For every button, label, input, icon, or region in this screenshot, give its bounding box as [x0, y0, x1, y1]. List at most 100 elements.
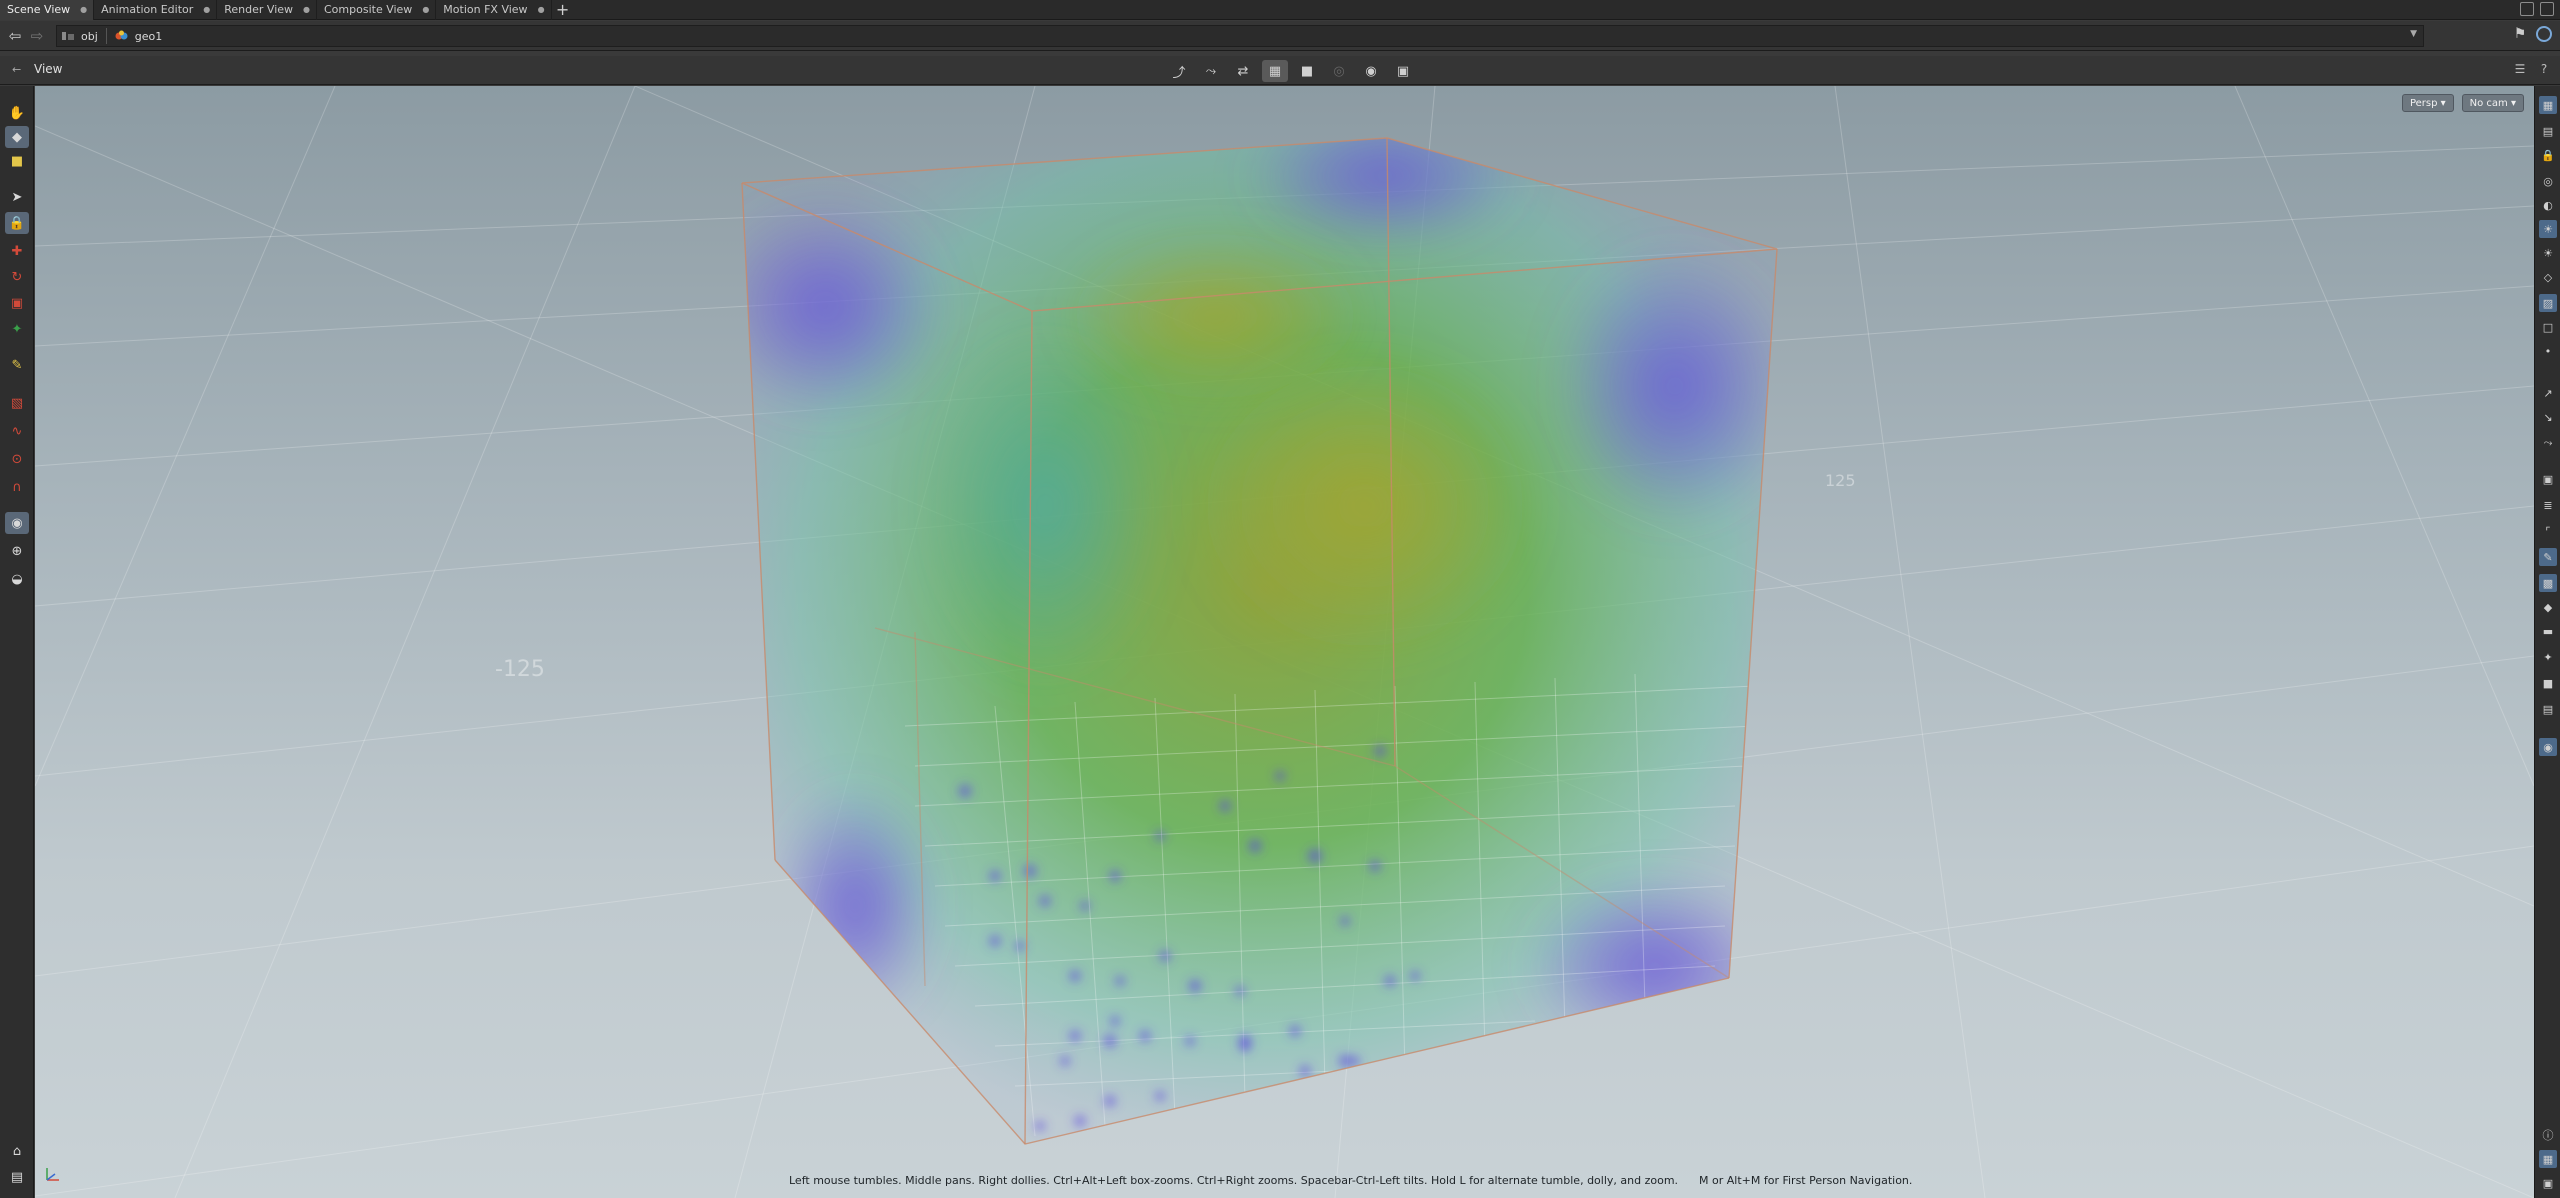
persp-view-dropdown[interactable]: Persp ▾: [2401, 94, 2454, 112]
snap-grid-icon[interactable]: ▧: [5, 392, 29, 414]
display-layers-icon[interactable]: ▤: [2539, 122, 2557, 140]
camera-dropdown[interactable]: No cam ▾: [2461, 94, 2524, 112]
pose-tool-icon[interactable]: ✦: [5, 318, 29, 340]
tab-scene-view[interactable]: Scene View ●: [0, 0, 95, 20]
info-icon[interactable]: ⓘ: [2539, 1126, 2557, 1144]
geo-node-icon: [115, 30, 128, 40]
viewer-title-label: View: [34, 62, 63, 76]
grid-label: -125: [495, 657, 545, 682]
tab-animation-editor[interactable]: Animation Editor ●: [94, 0, 218, 20]
obj-network-icon: [62, 32, 74, 40]
tab-close-icon[interactable]: ●: [203, 5, 210, 14]
snap-curve-icon[interactable]: ∿: [5, 420, 29, 442]
ik-display-icon[interactable]: ⤳: [2539, 434, 2557, 452]
tab-composite-view[interactable]: Composite View ●: [317, 0, 437, 20]
tab-close-icon[interactable]: ●: [80, 5, 87, 14]
tab-close-icon[interactable]: ●: [303, 5, 310, 14]
display-options-icon[interactable]: ▤: [5, 1166, 29, 1188]
tab-close-icon[interactable]: ●: [422, 5, 429, 14]
help-icon[interactable]: ?: [2536, 62, 2552, 78]
3d-scene: -125 125: [35, 86, 2534, 1198]
tab-close-icon[interactable]: ●: [538, 5, 545, 14]
pane-tab-bar: Scene View ● Animation Editor ● Render V…: [0, 0, 2560, 20]
select-tool-icon[interactable]: ➤: [5, 186, 29, 208]
back-arrow-icon[interactable]: ⇦: [4, 25, 26, 47]
path-history-chevron-icon[interactable]: ▼: [2410, 29, 2417, 39]
tab-label: Motion FX View: [443, 3, 528, 16]
persp-label: Persp: [2409, 97, 2438, 109]
shadows-icon[interactable]: ◇: [2539, 268, 2557, 286]
flipbook-icon[interactable]: ▣: [2539, 470, 2557, 488]
hand-paint-icon[interactable]: ✋: [5, 102, 29, 124]
camera-label: No cam: [2469, 97, 2508, 109]
path-bar-right-tools: ⚑: [2512, 26, 2552, 42]
normals-icon[interactable]: ↗: [2539, 384, 2557, 402]
stack-icon[interactable]: ≣: [2539, 496, 2557, 514]
handle-tool-icon[interactable]: ◆: [5, 126, 29, 148]
brush-icon[interactable]: ✎: [2539, 548, 2557, 566]
pivot-icon[interactable]: ✦: [2539, 648, 2557, 666]
maximize-pane-icon[interactable]: [2540, 2, 2554, 16]
point-display-icon[interactable]: •: [2539, 342, 2557, 360]
render-region-icon[interactable]: ◎: [1326, 60, 1352, 82]
camera-controls: Persp ▾ No cam ▾: [2401, 94, 2524, 112]
texture-icon[interactable]: ▩: [2539, 574, 2557, 592]
camera-capture-icon[interactable]: ▣: [1390, 60, 1416, 82]
wireframe-icon[interactable]: □: [2539, 318, 2557, 336]
scene-viewport[interactable]: -125 125 Persp ▾ No cam ▾ Left mouse tum…: [35, 86, 2534, 1198]
path-breadcrumb[interactable]: obj geo1 ▼: [56, 25, 2424, 47]
breadcrumb-item-obj[interactable]: obj: [57, 26, 106, 46]
tab-render-view[interactable]: Render View ●: [217, 0, 317, 20]
headlight-icon[interactable]: ☀: [2539, 244, 2557, 262]
forward-arrow-icon[interactable]: ⇨: [26, 25, 48, 47]
pin-icon[interactable]: ⚑: [2512, 26, 2528, 42]
show-guides-icon[interactable]: ◎: [2539, 172, 2557, 190]
move-tool-icon[interactable]: ✚: [5, 240, 29, 262]
viewer-menu-icon[interactable]: ☰: [2512, 62, 2528, 78]
lock-camera-icon[interactable]: 🔒: [2539, 146, 2557, 164]
viewer-mode-tools: ⤴ ⤳ ⇄ ▦ ■ ◎ ◉ ▣: [1166, 60, 1416, 82]
viewer-title: ← View: [12, 62, 62, 76]
render-tool-icon[interactable]: ⌂: [5, 1140, 29, 1162]
lock-icon[interactable]: 🔒: [5, 212, 29, 234]
selection-icon[interactable]: ◉: [2539, 738, 2557, 756]
light-tool-icon[interactable]: ◒: [5, 568, 29, 590]
grid-toggle-icon[interactable]: ▦: [1262, 60, 1288, 82]
sync-views-icon[interactable]: ⇄: [1230, 60, 1256, 82]
rotate-tool-icon[interactable]: ↻: [5, 266, 29, 288]
vectors-icon[interactable]: ↘: [2539, 408, 2557, 426]
display-mode-icon[interactable]: ■: [1294, 60, 1320, 82]
grid-display-icon[interactable]: ▤: [2539, 700, 2557, 718]
lighting-icon[interactable]: ☀: [2539, 220, 2557, 238]
quad-view-icon[interactable]: ▦: [2539, 1150, 2557, 1168]
display-geometry-icon[interactable]: ▦: [2539, 96, 2557, 114]
breadcrumb-label: geo1: [134, 29, 163, 43]
camera-tool-icon[interactable]: ◉: [5, 512, 29, 534]
shading-mode-icon[interactable]: ◐: [2539, 196, 2557, 214]
vector-tool-icon[interactable]: ⊕: [5, 540, 29, 562]
screenshot-icon[interactable]: ▣: [2539, 1174, 2557, 1192]
ortho-icon[interactable]: ◆: [2539, 598, 2557, 616]
view-tool-icon[interactable]: ■: [5, 150, 29, 172]
corner-icon[interactable]: ⌜: [2539, 522, 2557, 540]
paint-tool-icon[interactable]: ✎: [5, 354, 29, 376]
tab-label: Animation Editor: [101, 3, 194, 16]
pan-icon[interactable]: ⤳: [1198, 60, 1224, 82]
tab-motion-fx-view[interactable]: Motion FX View ●: [436, 0, 552, 20]
pane-menu-icon[interactable]: [2520, 2, 2534, 16]
left-tool-shelf: ✋ ◆ ■ ➤ 🔒 ✚ ↻ ▣ ✦ ✎ ▧ ∿ ⊙ ∩ ◉ ⊕ ◒ ⌂ ▤: [0, 86, 34, 1198]
add-tab-button[interactable]: +: [552, 0, 574, 20]
snapshot-icon[interactable]: ◉: [1358, 60, 1384, 82]
white-square-icon[interactable]: ■: [2539, 674, 2557, 692]
tab-label: Scene View: [7, 3, 71, 16]
link-icon[interactable]: [2536, 26, 2552, 42]
network-path-bar: ⇦ ⇨ obj geo1 ▼ ⚑: [0, 21, 2560, 51]
snap-point-icon[interactable]: ⊙: [5, 448, 29, 470]
background-icon[interactable]: ▨: [2539, 294, 2557, 312]
scale-tool-icon[interactable]: ▣: [5, 292, 29, 314]
tumble-icon[interactable]: ⤴: [1166, 60, 1192, 82]
ui-mode-icon[interactable]: ▬: [2539, 622, 2557, 640]
right-display-toolbar: ▦ ▤ 🔒 ◎ ◐ ☀ ☀ ◇ ▨ □ • ↗ ↘ ⤳ ▣ ≣ ⌜ ✎ ▩ ◆ …: [2534, 86, 2560, 1198]
breadcrumb-item-geo1[interactable]: geo1: [111, 26, 170, 46]
magnet-icon[interactable]: ∩: [5, 476, 29, 498]
